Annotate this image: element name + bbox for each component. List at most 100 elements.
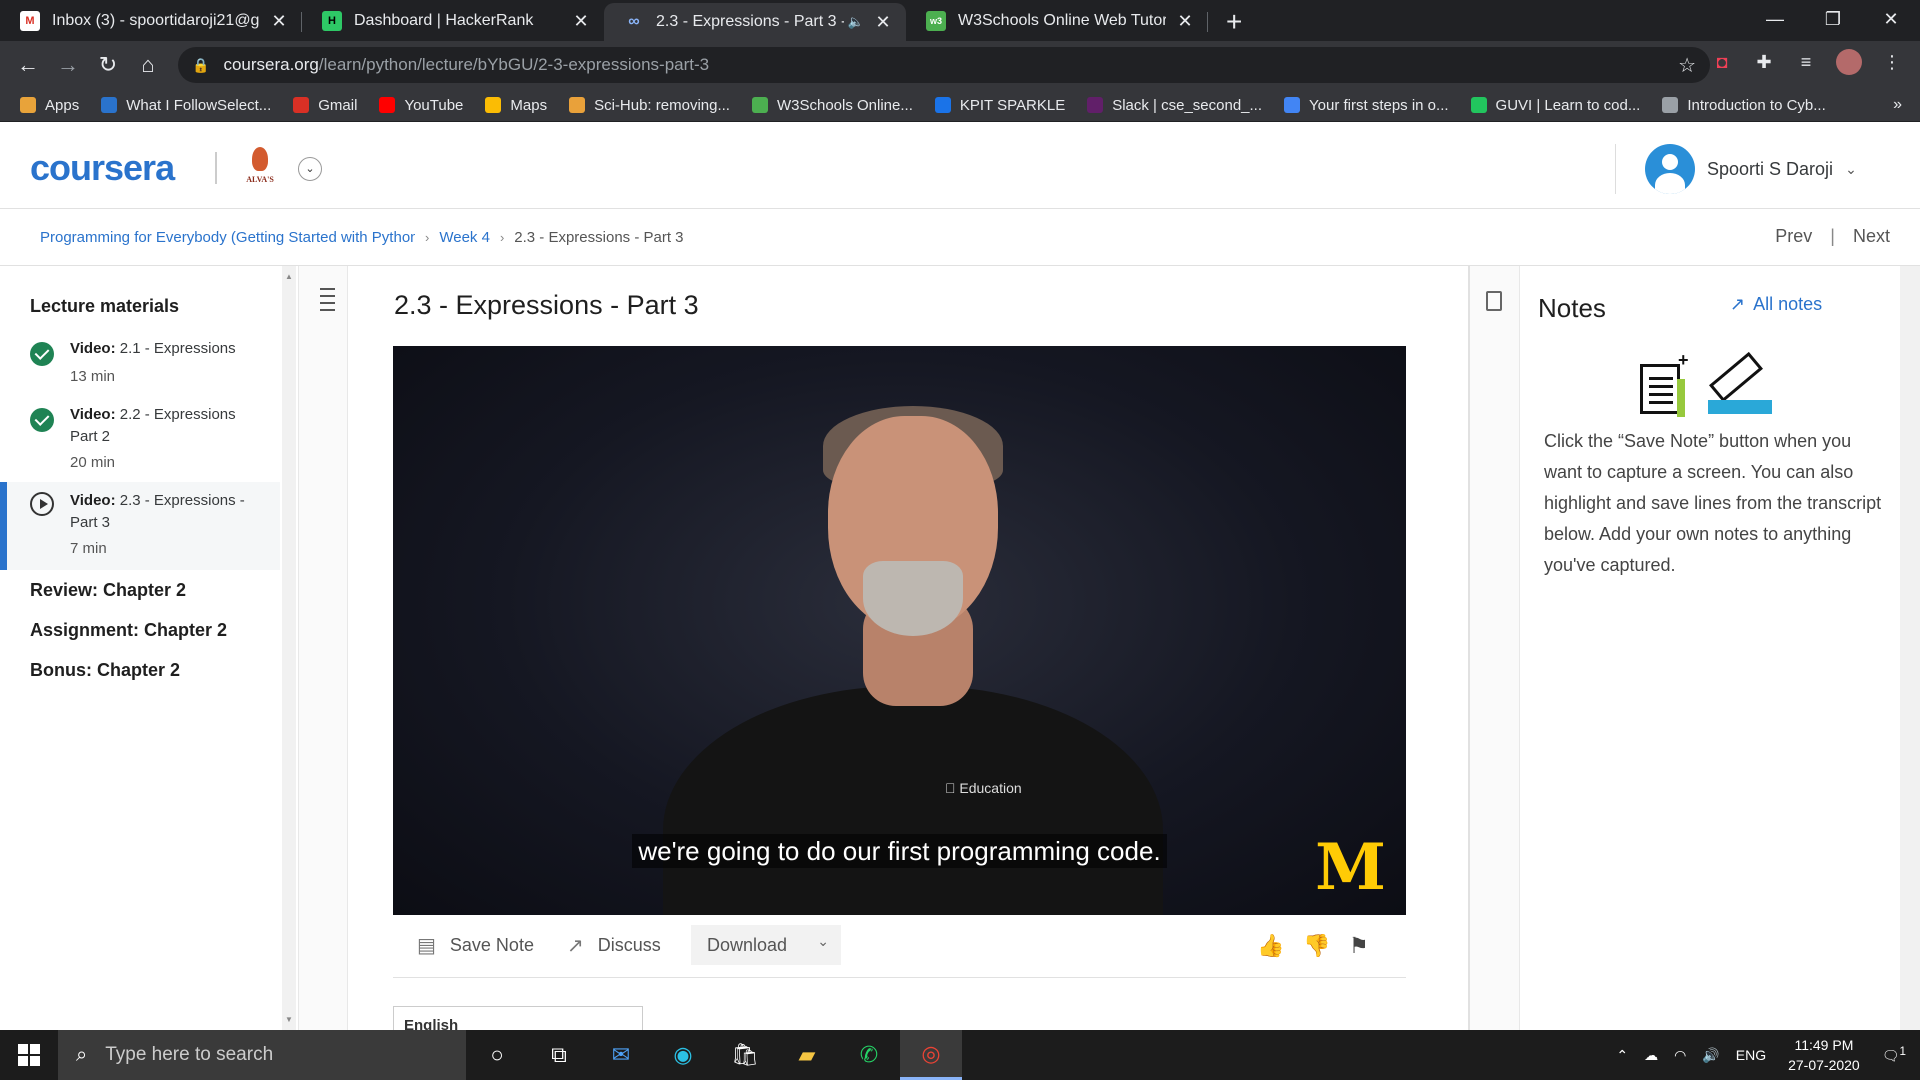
notifications-icon[interactable]: 🗨1 [1882,1045,1906,1065]
onedrive-icon[interactable]: ☁ [1644,1047,1658,1064]
video-player[interactable]:  Education we're going to do our first … [393,346,1406,915]
close-tab-icon[interactable]: ✕ [572,11,590,32]
notes-description: Click the “Save Note” button when you wa… [1544,431,1882,575]
bookmark-item[interactable]: W3Schools Online... [751,97,913,114]
language-indicator[interactable]: ENG [1736,1047,1766,1063]
chevron-up-icon[interactable]: ⌃ [1616,1047,1628,1064]
save-note-button[interactable]: ▤ Save Note [417,933,534,958]
bookmark-favicon-icon [1470,97,1487,113]
whatsapp-icon[interactable]: ✆ [838,1030,900,1080]
url-path: /learn/python/lecture/bYbGU/2-3-expressi… [318,55,710,74]
user-menu[interactable]: Spoorti S Daroji ⌄ [1645,144,1857,194]
bookmark-item[interactable]: What I FollowSelect... [101,97,271,114]
coursera-logo[interactable]: coursera [30,147,175,189]
scroll-down-icon[interactable]: ▼ [285,1015,293,1024]
edge-icon[interactable]: ◉ [652,1030,714,1080]
thumbs-down-icon[interactable]: 👎 [1303,933,1330,959]
lecture-item-current[interactable]: Video: 2.3 - Expressions - Part 3 7 min [0,482,280,570]
flag-icon[interactable]: ⚑ [1349,933,1369,959]
lock-icon[interactable]: 🔒 [192,57,209,74]
bookmarks-overflow-icon[interactable]: » [1893,96,1902,114]
windows-taskbar: ⌕ Type here to search ○ ⧉ ✉ ◉ 🛍 ▰ ✆ ◎ ⌃ … [0,1030,1920,1080]
back-icon[interactable]: ← [8,52,48,78]
breadcrumb-course[interactable]: Programming for Everybody (Getting Start… [40,229,415,246]
scroll-up-icon[interactable]: ▲ [285,272,293,281]
bookmark-item[interactable]: Introduction to Cyb... [1662,97,1826,114]
prev-button[interactable]: Prev [1775,226,1812,247]
browser-tab-active[interactable]: ∞ 2.3 - Expressions - Part 3 - U 🔈 ✕ [604,3,906,41]
chrome-icon[interactable]: ◎ [900,1030,962,1080]
download-dropdown[interactable]: Download ⌄ [691,925,841,965]
breadcrumb-week[interactable]: Week 4 [439,229,490,246]
thumbs-up-icon[interactable]: 👍 [1257,933,1284,959]
address-bar[interactable]: 🔒 coursera.org/learn/python/lecture/bYbG… [178,47,1710,83]
chevron-down-icon[interactable]: ⌄ [298,157,322,181]
bookmark-item[interactable]: YouTube [379,97,463,114]
completed-check-icon [30,408,54,432]
bookmark-favicon-icon [1284,97,1301,113]
highlight-stroke [1708,400,1772,414]
browser-tab-strip: M Inbox (3) - spoortidaroji21@gma ✕ H Da… [0,0,1920,41]
cortana-icon[interactable]: ○ [466,1030,528,1080]
bookmark-item[interactable]: Slack | cse_second_... [1087,97,1262,114]
coursera-icon: ∞ [628,13,640,30]
menu-icon[interactable]: ⋮ [1880,52,1904,73]
task-view-icon[interactable]: ⧉ [528,1030,590,1080]
minimize-icon[interactable]: — [1746,0,1804,41]
institution-logo[interactable]: ALVA'S [240,147,280,189]
file-explorer-icon[interactable]: ▰ [776,1030,838,1080]
lecture-item[interactable]: Video: 2.1 - Expressions 13 min [0,332,280,398]
prev-next-divider: | [1830,226,1835,246]
browser-tab[interactable]: w3 W3Schools Online Web Tutorials ✕ [906,4,1208,38]
browser-tab[interactable]: H Dashboard | HackerRank ✕ [302,4,604,38]
sidebar-section-review[interactable]: Review: Chapter 2 [30,580,186,601]
breadcrumb-current: 2.3 - Expressions - Part 3 [514,228,684,246]
bookmark-label: KPIT SPARKLE [959,96,1066,114]
bookmark-item[interactable]: Sci-Hub: removing... [569,97,730,114]
profile-avatar[interactable] [1836,49,1862,75]
save-note-label: Save Note [449,935,534,955]
discuss-button[interactable]: ↗ Discuss [567,933,661,958]
next-button[interactable]: Next [1853,226,1890,247]
window-controls: — ❐ ✕ [1746,0,1920,41]
close-window-icon[interactable]: ✕ [1862,0,1920,41]
wifi-icon[interactable]: ◠ [1674,1047,1686,1064]
extensions-icon[interactable]: ✚ [1752,52,1776,73]
sidebar-scrollbar[interactable]: ▲ ▼ [282,266,296,1030]
sidebar-section-bonus[interactable]: Bonus: Chapter 2 [30,660,180,681]
home-icon[interactable]: ⌂ [128,52,168,78]
notes-scrollbar[interactable] [1900,266,1920,1030]
browser-tab[interactable]: M Inbox (3) - spoortidaroji21@gma ✕ [0,4,302,38]
tab-title: Dashboard | HackerRank [354,12,534,29]
pocket-icon[interactable]: ◘ [1710,52,1734,73]
lecture-item-duration: 7 min [70,540,107,557]
speaker-icon[interactable]: 🔈 [848,14,864,30]
close-tab-icon[interactable]: ✕ [270,11,288,32]
restore-icon[interactable]: ❐ [1804,0,1862,41]
bookmark-item[interactable]: KPIT SPARKLE [934,96,1066,114]
lecture-item[interactable]: Video: 2.2 - Expressions Part 2 20 min [0,398,280,484]
bookmark-item[interactable]: Apps [20,97,79,114]
play-circle-icon [30,492,54,516]
notes-toggle-icon[interactable] [1486,291,1502,311]
new-tab-button[interactable]: + [1226,7,1256,37]
mail-icon[interactable]: ✉ [590,1030,652,1080]
store-icon[interactable]: 🛍 [714,1030,776,1080]
close-tab-icon[interactable]: ✕ [874,12,892,33]
forward-icon[interactable]: → [48,52,88,78]
bookmark-item[interactable]: Gmail [293,97,357,114]
bookmark-item[interactable]: GUVI | Learn to cod... [1470,97,1640,114]
media-control-icon[interactable]: ≡ [1794,52,1818,73]
reload-icon[interactable]: ↻ [88,52,128,78]
bookmark-item[interactable]: Your first steps in o... [1284,97,1449,114]
volume-icon[interactable]: 🔊 [1702,1047,1719,1064]
bookmark-star-icon[interactable]: ☆ [1678,53,1696,78]
close-tab-icon[interactable]: ✕ [1176,11,1194,32]
sidebar-section-assignment[interactable]: Assignment: Chapter 2 [30,620,227,641]
taskbar-search[interactable]: ⌕ Type here to search [58,1030,466,1080]
all-notes-link[interactable]: ↗ All notes [1730,294,1822,315]
bookmark-item[interactable]: Maps [485,97,547,114]
list-toggle-icon[interactable] [313,288,335,316]
start-button[interactable] [0,1030,58,1080]
clock[interactable]: 11:49 PM 27-07-2020 [1788,1035,1860,1075]
